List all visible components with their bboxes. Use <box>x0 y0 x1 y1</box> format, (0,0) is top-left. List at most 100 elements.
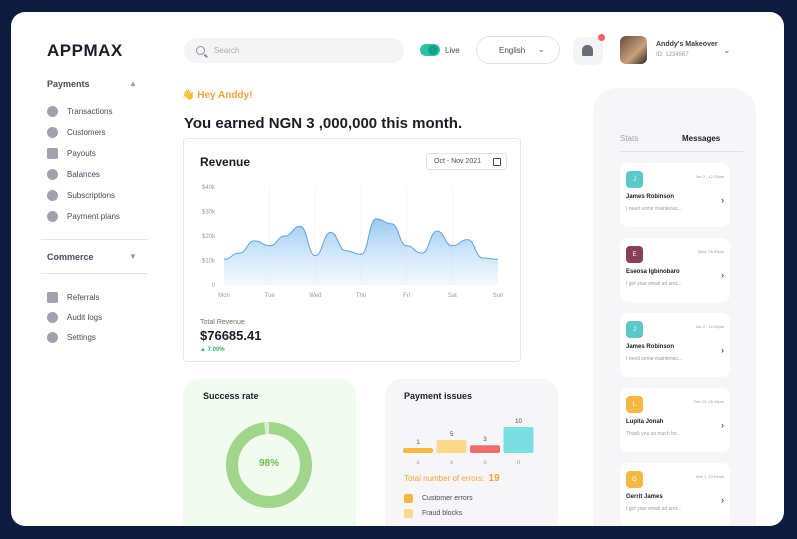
sidebar-divider <box>41 273 148 274</box>
bar <box>503 427 534 453</box>
payment-issues-chart: 1 s 5 x 3 o 10 n <box>403 419 534 466</box>
chevron-right-icon: › <box>721 270 724 280</box>
revenue-title: Revenue <box>200 155 251 169</box>
sidebar-item-label: Balances <box>67 169 100 179</box>
errors-total: Total number of errors: 19 <box>404 473 500 484</box>
message-preview: I got your email ad and... <box>626 281 682 287</box>
sidebar-section-commerce[interactable]: Commerce ▼ <box>47 252 137 262</box>
bar-category-label: n <box>517 460 520 466</box>
chevron-down-icon: ⌄ <box>537 44 545 54</box>
message-time: Jan 2 , 12:20pm <box>695 324 724 329</box>
legend-swatch <box>404 509 413 518</box>
y-tick-label: $10k <box>202 259 216 265</box>
sidebar-item-transactions[interactable]: Transactions <box>47 105 113 117</box>
wave-icon: 👋 <box>182 90 195 101</box>
tab-messages[interactable]: Messages <box>682 134 720 143</box>
tab-stats[interactable]: Stats <box>620 134 638 143</box>
avatar[interactable] <box>620 36 647 64</box>
errors-total-value: 19 <box>488 473 500 484</box>
avatar: G <box>626 471 643 488</box>
sidebar-item-label: Payment plans <box>67 211 120 221</box>
chevron-down-icon: ▼ <box>129 252 137 261</box>
audit-logs-icon <box>47 311 58 323</box>
user-id: ID: 1234567 <box>656 52 689 58</box>
referrals-icon <box>47 291 58 303</box>
sidebar-divider <box>41 239 148 240</box>
page-title: You earned NGN 3 ,000,000 this month. <box>184 115 463 132</box>
date-range-picker[interactable]: Oct - Nov 2021 <box>426 153 507 170</box>
legend-swatch <box>404 494 413 503</box>
user-menu-chevron-icon[interactable]: ⌄ <box>723 45 731 56</box>
avatar: L <box>626 396 643 413</box>
bar-category-label: s <box>417 460 420 466</box>
message-preview: Thank you so much for... <box>626 431 681 437</box>
search-input[interactable]: Search <box>184 38 404 63</box>
live-toggle[interactable] <box>420 44 440 56</box>
live-label: Live <box>445 46 460 55</box>
payment-plans-icon <box>47 210 58 222</box>
y-tick-label: 0 <box>212 283 216 289</box>
bar-value-label: 3 <box>483 437 487 443</box>
message-item[interactable]: E Wed, 06:00pm Eseosa Igbinobaro I got y… <box>620 238 730 302</box>
errors-total-label: Total number of errors: <box>404 474 485 483</box>
avatar: J <box>626 321 643 338</box>
y-tick-label: $30k <box>202 210 216 216</box>
x-tick-label: Wed <box>309 293 321 299</box>
message-item[interactable]: J Jan 2 , 12:20pm James Robinson I need … <box>620 313 730 377</box>
x-tick-label: Thu <box>356 293 366 299</box>
bar <box>436 440 467 453</box>
legend-label: Fraud blocks <box>422 510 463 517</box>
chevron-right-icon: › <box>721 420 724 430</box>
sidebar-item-settings[interactable]: Settings <box>47 331 96 343</box>
sidebar-item-balances[interactable]: Balances <box>47 168 100 180</box>
sidebar-item-audit-logs[interactable]: Audit logs <box>47 311 102 323</box>
x-tick-label: Fri <box>403 293 410 299</box>
message-time: Feb 23, 06:10pm <box>693 399 724 404</box>
sidebar-item-label: Subscriptions <box>67 190 116 200</box>
sidebar-item-label: Audit logs <box>67 312 103 322</box>
x-tick-label: Mon <box>218 293 230 299</box>
chevron-right-icon: › <box>721 195 724 205</box>
sidebar-item-customers[interactable]: Customers <box>47 126 106 138</box>
message-item[interactable]: L Feb 23, 06:10pm Lupita Jonah Thank you… <box>620 388 730 452</box>
revenue-change: ▲ 7.00% <box>200 347 225 353</box>
notifications-button[interactable] <box>573 34 605 65</box>
date-range-value: Oct - Nov 2021 <box>434 158 482 165</box>
x-tick-label: Sun <box>493 293 504 299</box>
sidebar-section-payments[interactable]: Payments ▲ <box>47 79 137 89</box>
section-label: Commerce <box>47 252 94 262</box>
bar-value-label: 10 <box>515 419 522 425</box>
sidebar-item-subscriptions[interactable]: Subscriptions <box>47 189 115 201</box>
sidebar-item-payment-plans[interactable]: Payment plans <box>47 210 120 222</box>
search-icon <box>196 46 205 55</box>
message-preview: I need some maintenac... <box>626 206 683 212</box>
notification-dot <box>598 34 605 41</box>
sidebar-item-payouts[interactable]: Payouts <box>47 147 96 159</box>
avatar: J <box>626 171 643 188</box>
search-placeholder: Search <box>214 46 240 55</box>
settings-icon <box>47 331 58 343</box>
message-item[interactable]: J Jan 2 , 12:20pm James Robinson I need … <box>620 163 730 227</box>
message-sender: Eseosa Igbinobaro <box>626 269 680 275</box>
revenue-chart: $40k $30k $20k $10k 0Mon Tue Wed Thu Fri Sat Sun <box>202 185 504 299</box>
message-sender: Gerrit James <box>626 494 663 500</box>
payouts-icon <box>47 147 58 159</box>
legend-label: Customer errors <box>422 495 473 502</box>
bar <box>470 445 500 453</box>
language-select[interactable]: English ⌄ <box>476 36 560 64</box>
message-sender: James Robinson <box>626 344 675 350</box>
payment-issues-title: Payment issues <box>404 391 473 401</box>
x-tick-label: Tue <box>265 293 276 299</box>
message-time: Jan 2 , 12:20pm <box>695 174 724 179</box>
message-time: Mar 1, 10:04am <box>695 474 724 479</box>
message-item[interactable]: G Mar 1, 10:04am Gerrit James I got your… <box>620 463 730 526</box>
revenue-change-value: 7.00% <box>207 347 225 353</box>
chevron-right-icon: › <box>721 345 724 355</box>
tabs-divider <box>620 151 743 152</box>
sidebar-item-label: Payouts <box>67 148 96 158</box>
chevron-up-icon: ▲ <box>129 79 137 88</box>
user-name: Anddy's Makeover <box>656 41 718 48</box>
sidebar-item-referrals[interactable]: Referrals <box>47 291 99 303</box>
bar-category-label: o <box>483 460 487 466</box>
subscriptions-icon <box>47 189 58 201</box>
